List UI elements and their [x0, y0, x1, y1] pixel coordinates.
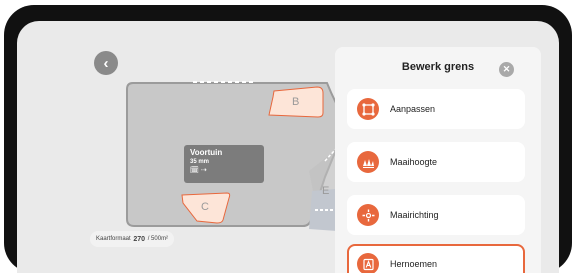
map-size-badge: Kaartformaat 270 / 500m² [90, 231, 175, 247]
zone-name: Voortuin [190, 148, 223, 157]
menu-item-hernoemen[interactable]: Hernoemen [347, 244, 525, 275]
menu-item-label: Hernoemen [390, 259, 438, 269]
chevron-left-icon: ‹ [103, 54, 109, 72]
close-icon: ✕ [502, 64, 511, 74]
close-button[interactable]: ✕ [499, 62, 514, 77]
zone-info-card[interactable]: Voortuin 35 mm 🗓︎ ⇢ [184, 145, 264, 183]
menu-item-maaihoogte[interactable]: Maaihoogte [347, 142, 525, 182]
map-size-unit: / 500m² [147, 236, 169, 242]
direction-icon: ⇢ [200, 167, 207, 174]
bottom-strip [0, 273, 579, 280]
menu-item-label: Maaihoogte [390, 157, 438, 167]
screen: ‹ B C E Voortuin 35 mm 🗓︎ ⇢ Kaartformaat… [17, 21, 559, 275]
menu-item-maairichting[interactable]: Maairichting [347, 195, 525, 235]
calendar-icon: 🗓︎ [190, 167, 199, 174]
rename-icon [357, 253, 379, 275]
zone-icons: 🗓︎ ⇢ [190, 166, 258, 176]
edit-boundary-panel: Bewerk grens ✕ Aanpassen Maaihoogte Maai… [335, 47, 541, 275]
zone-height: 35 mm [190, 159, 210, 165]
zone-e-label: E [322, 185, 330, 197]
obstacle-c-label: C [201, 201, 209, 213]
menu-item-label: Maairichting [390, 210, 439, 220]
edit-boundary-icon [357, 98, 379, 120]
back-button[interactable]: ‹ [94, 51, 118, 75]
menu-item-aanpassen[interactable]: Aanpassen [347, 89, 525, 129]
menu-item-label: Aanpassen [390, 104, 436, 114]
obstacle-b-label: B [292, 96, 300, 108]
device-frame: ‹ B C E Voortuin 35 mm 🗓︎ ⇢ Kaartformaat… [4, 5, 572, 275]
map-size-value: 270 [133, 235, 146, 243]
map-size-label: Kaartformaat [96, 236, 131, 242]
mowing-height-icon [357, 151, 379, 173]
mowing-direction-icon [357, 204, 379, 226]
